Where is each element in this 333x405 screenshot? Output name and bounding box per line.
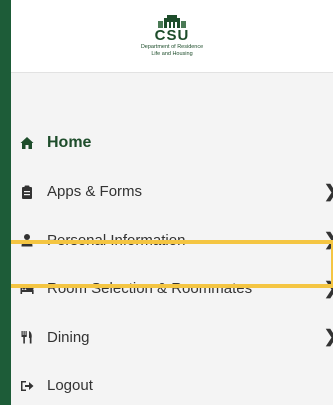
nav-item-label: Apps & Forms — [47, 183, 143, 201]
nav-item-label: Personal Information — [47, 231, 186, 249]
chevron-right-icon: ❯ — [324, 230, 333, 250]
nav-item-personal-information[interactable]: Personal Information ❯ — [11, 216, 333, 265]
nav-item-label: Home — [47, 134, 92, 152]
utensils-icon — [20, 330, 34, 344]
nav-item-label: Room Selection & Roommates — [47, 280, 253, 298]
user-icon — [20, 233, 34, 247]
home-icon — [20, 136, 34, 150]
chevron-right-icon: ❯ — [324, 279, 333, 299]
sidebar-nav: Home Apps & Forms ❯ Personal Information… — [11, 119, 333, 405]
nav-item-room-selection[interactable]: Room Selection & Roommates ❯ — [11, 265, 333, 314]
logout-icon — [20, 379, 34, 393]
nav-item-home[interactable]: Home — [11, 119, 333, 168]
logo-subtitle-line2: Life and Housing — [151, 51, 193, 57]
bed-icon — [20, 282, 34, 296]
nav-item-label: Dining — [47, 328, 90, 346]
nav-item-logout[interactable]: Logout — [11, 362, 333, 405]
header: CSU Department of Residence Life and Hou… — [11, 0, 333, 73]
chevron-right-icon: ❯ — [324, 327, 333, 347]
nav-panel: CSU Department of Residence Life and Hou… — [11, 0, 333, 405]
university-building-icon — [158, 15, 186, 28]
nav-item-apps-forms[interactable]: Apps & Forms ❯ — [11, 168, 333, 217]
nav-item-label: Logout — [47, 377, 93, 395]
logo-text: CSU — [154, 27, 190, 44]
chevron-right-icon: ❯ — [324, 182, 333, 202]
logo-subtitle-line1: Department of Residence — [140, 44, 204, 50]
nav-item-dining[interactable]: Dining ❯ — [11, 313, 333, 362]
clipboard-icon — [20, 185, 34, 199]
